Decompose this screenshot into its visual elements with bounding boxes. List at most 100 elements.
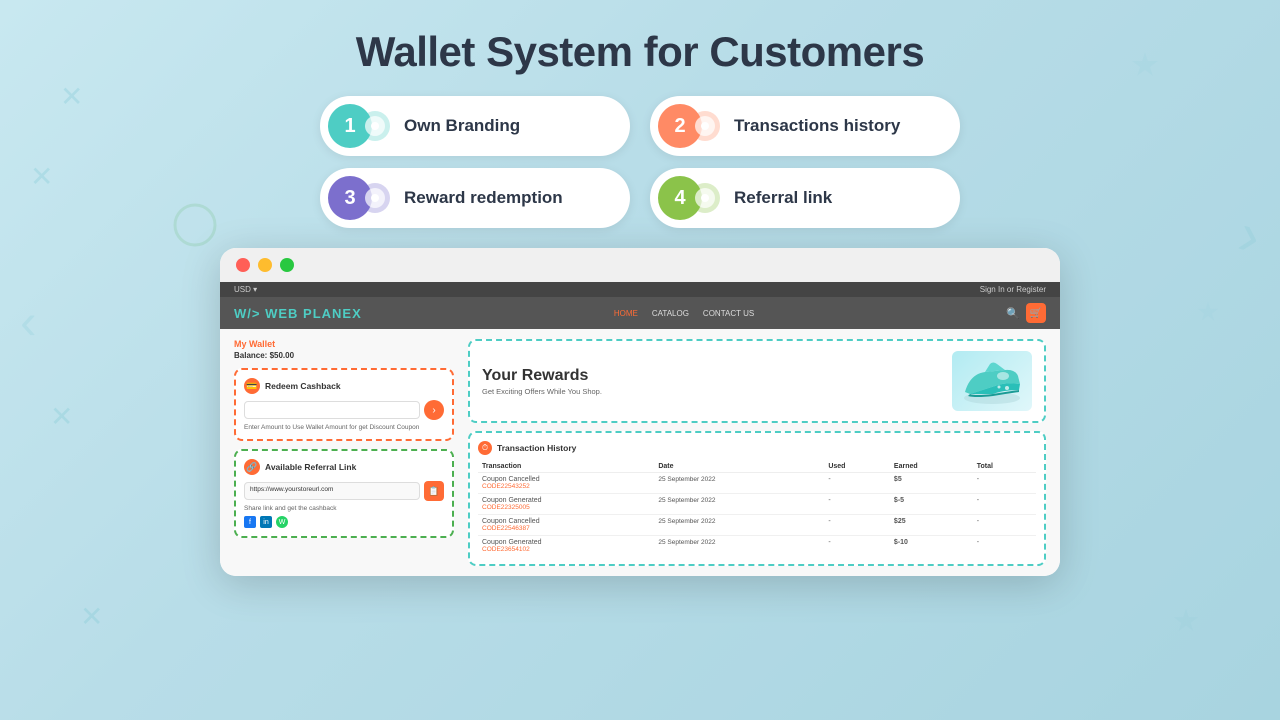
table-row: Coupon Generated CODE23654102 25 Septemb… — [478, 536, 1036, 557]
deco-arrow-left: › — [20, 300, 37, 358]
trans-date-3: 25 September 2022 — [654, 536, 824, 557]
wallet-balance: Balance: $50.00 — [234, 351, 454, 360]
browser-dot-minimize[interactable] — [258, 258, 272, 272]
right-panel: Your Rewards Get Exciting Offers While Y… — [454, 339, 1046, 566]
rewards-banner: Your Rewards Get Exciting Offers While Y… — [468, 339, 1046, 423]
feature-3-toggle-inner — [365, 188, 385, 208]
trans-earned-0: $5 — [890, 473, 973, 494]
browser-bar — [220, 248, 1060, 282]
whatsapp-share-icon[interactable]: W — [276, 516, 288, 528]
trans-code-0: CODE22543252 — [482, 483, 650, 490]
transaction-table-header: Transaction Date Used Earned Total — [478, 461, 1036, 473]
rewards-text: Your Rewards Get Exciting Offers While Y… — [482, 367, 602, 396]
rewards-image — [952, 351, 1032, 411]
trans-used-1: - — [824, 494, 890, 515]
deco-cross-1: ✕ — [60, 80, 83, 113]
trans-name-1: Coupon Generated CODE22325005 — [478, 494, 654, 515]
trans-date-1: 25 September 2022 — [654, 494, 824, 515]
trans-total-3: - — [973, 536, 1036, 557]
table-row: Coupon Cancelled CODE22543252 25 Septemb… — [478, 473, 1036, 494]
feature-1-number-wrap: 1 — [328, 104, 390, 148]
referral-card: 🔗 Available Referral Link https://www.yo… — [234, 449, 454, 538]
feature-1-toggle-inner — [365, 116, 385, 136]
deco-circle-1 — [170, 200, 220, 255]
referral-url-row: https://www.yourstoreurl.com 📋 — [244, 481, 444, 501]
deco-star-3 — [1172, 607, 1200, 640]
browser-dot-close[interactable] — [236, 258, 250, 272]
trans-used-2: - — [824, 515, 890, 536]
store-top-bar: USD ▾ Sign In or Register — [220, 282, 1060, 297]
cart-button[interactable]: 🛒 — [1026, 303, 1046, 323]
feature-4-toggle-inner — [695, 188, 715, 208]
redeem-input-row: › — [244, 400, 444, 420]
browser-dot-maximize[interactable] — [280, 258, 294, 272]
browser-window: USD ▾ Sign In or Register W/> WEB PLANEX… — [220, 248, 1060, 576]
redeem-submit-button[interactable]: › — [424, 400, 444, 420]
nav-contact[interactable]: CONTACT US — [703, 309, 754, 318]
copy-referral-button[interactable]: 📋 — [424, 481, 444, 501]
nav-home[interactable]: HOME — [614, 309, 638, 318]
feature-4-label: Referral link — [734, 188, 832, 208]
store-logo: W/> WEB PLANEX — [234, 306, 362, 321]
trans-name-2: Coupon Cancelled CODE22546387 — [478, 515, 654, 536]
feature-2-number-wrap: 2 — [658, 104, 720, 148]
redeem-hint: Enter Amount to Use Wallet Amount for ge… — [244, 424, 444, 431]
trans-name-0: Coupon Cancelled CODE22543252 — [478, 473, 654, 494]
redeem-icon: 💳 — [244, 378, 260, 394]
trans-total-2: - — [973, 515, 1036, 536]
deco-cross-3: ✕ — [50, 400, 73, 433]
feature-4-toggle — [690, 183, 720, 213]
trans-total-0: - — [973, 473, 1036, 494]
referral-header: 🔗 Available Referral Link — [244, 459, 444, 475]
feature-4-toggle-dot — [701, 194, 709, 202]
trans-date-0: 25 September 2022 — [654, 473, 824, 494]
auth-links: Sign In or Register — [980, 285, 1046, 294]
feature-1-label: Own Branding — [404, 116, 520, 136]
trans-name-3: Coupon Generated CODE23654102 — [478, 536, 654, 557]
facebook-share-icon[interactable]: f — [244, 516, 256, 528]
redeem-title: Redeem Cashback — [265, 381, 341, 391]
search-icon[interactable]: 🔍 — [1006, 307, 1020, 320]
referral-icon: 🔗 — [244, 459, 260, 475]
col-date: Date — [654, 461, 824, 473]
wallet-title: My Wallet — [234, 339, 454, 349]
transaction-header: ⏱ Transaction History — [478, 441, 1036, 455]
store-nav: W/> WEB PLANEX HOME CATALOG CONTACT US 🔍… — [220, 297, 1060, 329]
trans-code-3: CODE23654102 — [482, 546, 650, 553]
redeem-amount-input[interactable] — [244, 401, 420, 419]
col-earned: Earned — [890, 461, 973, 473]
table-row: Coupon Cancelled CODE22546387 25 Septemb… — [478, 515, 1036, 536]
transaction-icon: ⏱ — [478, 441, 492, 455]
trans-earned-3: $-10 — [890, 536, 973, 557]
feature-badge-1: 1 Own Branding — [320, 96, 630, 156]
trans-used-0: - — [824, 473, 890, 494]
col-total: Total — [973, 461, 1036, 473]
referral-title: Available Referral Link — [265, 462, 356, 472]
referral-url-display: https://www.yourstoreurl.com — [244, 482, 420, 500]
feature-4-number-wrap: 4 — [658, 176, 720, 220]
redeem-card: 💳 Redeem Cashback › Enter Amount to Use … — [234, 368, 454, 441]
feature-3-number-wrap: 3 — [328, 176, 390, 220]
share-hint: Share link and get the cashback — [244, 505, 444, 512]
redeem-header: 💳 Redeem Cashback — [244, 378, 444, 394]
trans-earned-2: $25 — [890, 515, 973, 536]
rewards-heading: Your Rewards — [482, 367, 602, 385]
feature-3-label: Reward redemption — [404, 188, 563, 208]
feature-badge-4: 4 Referral link — [650, 168, 960, 228]
trans-used-3: - — [824, 536, 890, 557]
nav-catalog[interactable]: CATALOG — [652, 309, 689, 318]
deco-star-1 — [1130, 50, 1160, 85]
col-used: Used — [824, 461, 890, 473]
linkedin-share-icon[interactable]: in — [260, 516, 272, 528]
feature-badge-2: 2 Transactions history — [650, 96, 960, 156]
currency-selector[interactable]: USD ▾ — [234, 285, 257, 294]
feature-2-toggle-inner — [695, 116, 715, 136]
transaction-table: Transaction Date Used Earned Total Coupo… — [478, 461, 1036, 556]
trans-code-2: CODE22546387 — [482, 525, 650, 532]
feature-1-toggle — [360, 111, 390, 141]
deco-arrow-right: › — [1231, 199, 1268, 271]
deco-star-2 — [1196, 300, 1220, 329]
feature-2-label: Transactions history — [734, 116, 900, 136]
col-transaction: Transaction — [478, 461, 654, 473]
social-icons: f in W — [244, 516, 444, 528]
